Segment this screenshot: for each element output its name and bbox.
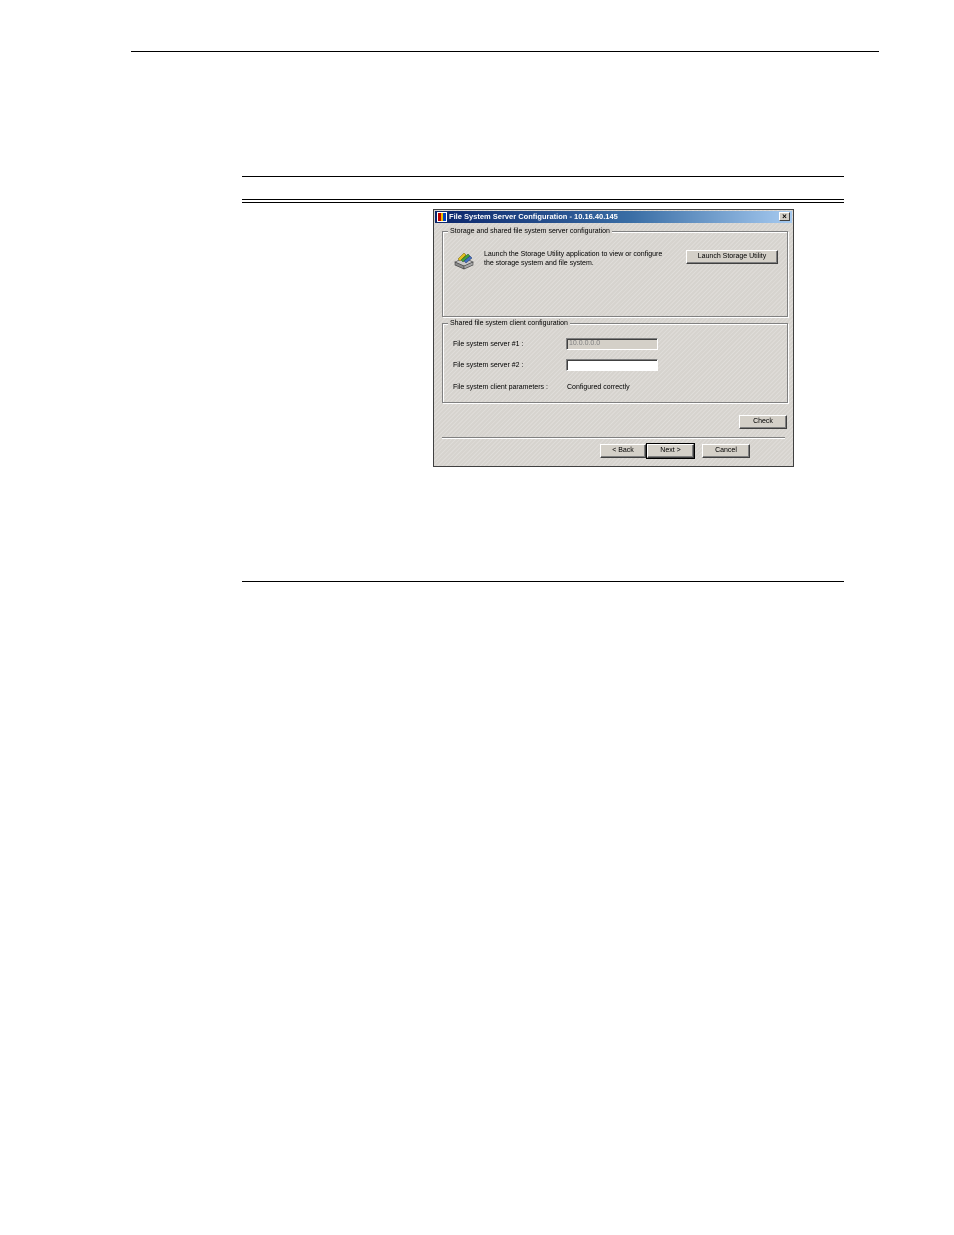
dialog-titlebar[interactable]: File System Server Configuration - 10.16… [435,211,792,223]
table-header-rule [242,199,844,200]
server2-label: File system server #2 : [453,362,524,369]
next-button[interactable]: Next > [646,443,695,459]
back-button[interactable]: < Back [600,444,646,458]
page-header-rule [131,51,879,52]
storage-group-label: Storage and shared file system server co… [448,227,612,236]
storage-description-line2: the storage system and file system. [484,260,594,267]
server2-field[interactable] [566,359,658,371]
dialog-separator [442,437,785,439]
dialog-title: File System Server Configuration - 10.16… [449,212,618,221]
table-top-rule [242,176,844,177]
table-bottom-rule [242,581,844,582]
client-group-label: Shared file system client configuration [448,319,570,328]
cancel-button[interactable]: Cancel [702,444,750,458]
storage-config-group: Storage and shared file system server co… [442,227,788,317]
check-button[interactable]: Check [739,415,787,429]
client-params-label: File system client parameters : [453,384,548,391]
server1-field: 10.0.0.0.0 [566,338,658,350]
storage-disk-icon [454,252,474,270]
app-window-icon [437,212,447,222]
file-system-server-configuration-dialog: File System Server Configuration - 10.16… [433,209,794,467]
table-header-rule-secondary [242,202,844,203]
storage-description-line1: Launch the Storage Utility application t… [484,251,663,258]
client-params-status: Configured correctly [567,384,630,391]
server1-label: File system server #1 : [453,341,524,348]
client-config-group: Shared file system client configuration … [442,319,788,403]
close-button[interactable]: × [779,212,790,221]
launch-storage-utility-button[interactable]: Launch Storage Utility [686,250,778,264]
